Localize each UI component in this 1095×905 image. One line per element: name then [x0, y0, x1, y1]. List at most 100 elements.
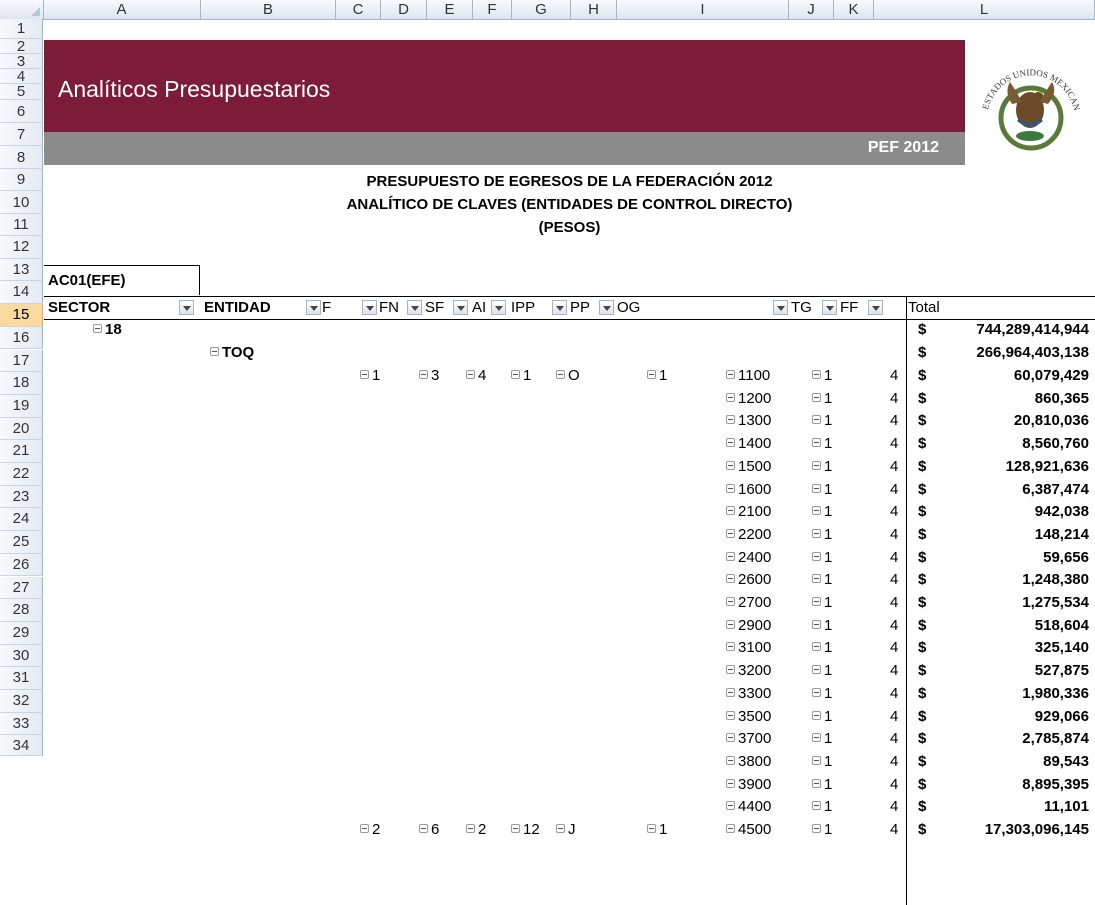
sf-cell[interactable]: 4: [466, 367, 486, 384]
tg-cell[interactable]: 1: [812, 549, 832, 566]
row-header-8[interactable]: 8: [0, 146, 43, 169]
collapse-icon[interactable]: [360, 370, 369, 379]
column-header-i[interactable]: I: [617, 0, 789, 19]
column-header-b[interactable]: B: [201, 0, 336, 19]
select-all-corner[interactable]: [0, 0, 44, 19]
fn-cell[interactable]: 6: [419, 821, 439, 838]
collapse-icon[interactable]: [726, 574, 735, 584]
collapse-icon[interactable]: [726, 392, 735, 402]
summary-label[interactable]: TOQ: [210, 344, 254, 361]
tg-cell[interactable]: 1: [812, 730, 832, 747]
tg-cell[interactable]: 1: [812, 390, 832, 407]
row-header-5[interactable]: 5: [0, 84, 43, 100]
og-cell[interactable]: 1300: [726, 412, 771, 429]
collapse-icon[interactable]: [726, 483, 735, 493]
ipp-cell[interactable]: O: [556, 367, 580, 384]
tg-cell[interactable]: 1: [812, 594, 832, 611]
tg-cell[interactable]: 1: [812, 481, 832, 498]
row-header-24[interactable]: 24: [0, 508, 43, 532]
collapse-icon[interactable]: [812, 528, 821, 538]
row-header-4[interactable]: 4: [0, 69, 43, 84]
ai-filter-dropdown[interactable]: [491, 300, 506, 315]
collapse-icon[interactable]: [419, 824, 428, 833]
collapse-icon[interactable]: [511, 824, 520, 833]
sf-filter-dropdown[interactable]: [453, 300, 468, 315]
collapse-icon[interactable]: [812, 824, 821, 833]
og-cell[interactable]: 3700: [726, 730, 771, 747]
row-header-21[interactable]: 21: [0, 440, 43, 463]
collapse-icon[interactable]: [812, 642, 821, 652]
row-header-30[interactable]: 30: [0, 644, 43, 668]
collapse-icon[interactable]: [726, 460, 735, 470]
og-cell[interactable]: 1100: [726, 367, 770, 384]
og-cell[interactable]: 1400: [726, 435, 771, 452]
pp-filter-dropdown[interactable]: [599, 300, 614, 315]
row-header-7[interactable]: 7: [0, 123, 43, 146]
f-filter-dropdown[interactable]: [362, 300, 377, 315]
og-cell[interactable]: 3200: [726, 662, 771, 679]
row-header-29[interactable]: 29: [0, 621, 43, 645]
row-header-31[interactable]: 31: [0, 667, 43, 690]
collapse-icon[interactable]: [726, 528, 735, 538]
ai-cell[interactable]: 1: [511, 367, 531, 384]
og-cell[interactable]: 3500: [726, 708, 771, 725]
collapse-icon[interactable]: [93, 324, 102, 333]
filter-cell[interactable]: AC01(EFE): [44, 265, 200, 295]
ipp-filter-dropdown[interactable]: [552, 300, 567, 315]
row-header-13[interactable]: 13: [0, 258, 43, 282]
og-cell[interactable]: 2600: [726, 571, 771, 588]
pp-cell[interactable]: 1: [647, 367, 667, 384]
collapse-icon[interactable]: [812, 415, 821, 425]
collapse-icon[interactable]: [812, 710, 821, 720]
collapse-icon[interactable]: [812, 460, 821, 470]
collapse-icon[interactable]: [466, 370, 475, 379]
collapse-icon[interactable]: [726, 415, 735, 425]
tg-cell[interactable]: 1: [812, 639, 832, 656]
tg-cell[interactable]: 1: [812, 662, 832, 679]
column-header-j[interactable]: J: [789, 0, 834, 19]
pp-cell[interactable]: 1: [647, 821, 667, 838]
column-header-a[interactable]: A: [43, 0, 201, 19]
f-cell[interactable]: 1: [360, 367, 380, 384]
og-filter-dropdown[interactable]: [773, 300, 788, 315]
row-header-6[interactable]: 6: [0, 100, 43, 123]
collapse-icon[interactable]: [812, 755, 821, 765]
row-header-22[interactable]: 22: [0, 463, 43, 486]
fn-cell[interactable]: 3: [419, 367, 439, 384]
sf-cell[interactable]: 2: [466, 821, 486, 838]
tg-cell[interactable]: 1: [812, 753, 832, 770]
og-cell[interactable]: 1200: [726, 390, 771, 407]
row-header-25[interactable]: 25: [0, 531, 43, 554]
collapse-icon[interactable]: [726, 551, 735, 561]
ff-filter-dropdown[interactable]: [868, 300, 883, 315]
ai-cell[interactable]: 12: [511, 821, 540, 838]
og-cell[interactable]: 3300: [726, 685, 771, 702]
collapse-icon[interactable]: [726, 733, 735, 743]
collapse-icon[interactable]: [812, 619, 821, 629]
tg-cell[interactable]: 1: [812, 571, 832, 588]
tg-cell[interactable]: 1: [812, 503, 832, 520]
sector-filter-dropdown[interactable]: [179, 300, 194, 315]
tg-cell[interactable]: 1: [812, 458, 832, 475]
collapse-icon[interactable]: [726, 665, 735, 675]
og-cell[interactable]: 3100: [726, 639, 771, 656]
tg-cell[interactable]: 1: [812, 685, 832, 702]
row-header-17[interactable]: 17: [0, 349, 43, 373]
collapse-icon[interactable]: [726, 755, 735, 765]
collapse-icon[interactable]: [812, 687, 821, 697]
row-header-28[interactable]: 28: [0, 599, 43, 622]
collapse-icon[interactable]: [647, 824, 656, 833]
collapse-icon[interactable]: [647, 370, 656, 379]
tg-cell[interactable]: 1: [812, 798, 832, 815]
row-header-3[interactable]: 3: [0, 54, 43, 69]
collapse-icon[interactable]: [210, 346, 219, 356]
column-header-k[interactable]: K: [834, 0, 874, 19]
row-header-26[interactable]: 26: [0, 553, 43, 577]
tg-cell[interactable]: 1: [812, 367, 832, 384]
og-cell[interactable]: 4400: [726, 798, 771, 815]
collapse-icon[interactable]: [726, 824, 735, 833]
row-header-9[interactable]: 9: [0, 169, 43, 191]
column-header-e[interactable]: E: [427, 0, 473, 19]
row-header-15[interactable]: 15: [0, 304, 43, 327]
og-cell[interactable]: 1500: [726, 458, 771, 475]
